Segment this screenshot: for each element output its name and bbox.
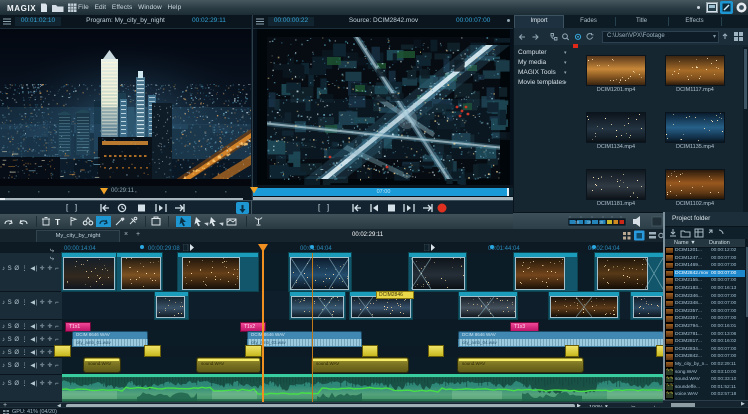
svg-text:10: 10 (575, 221, 579, 225)
svg-text:10: 10 (587, 221, 591, 225)
svg-text:10: 10 (599, 221, 603, 225)
svg-text:T: T (55, 217, 61, 227)
